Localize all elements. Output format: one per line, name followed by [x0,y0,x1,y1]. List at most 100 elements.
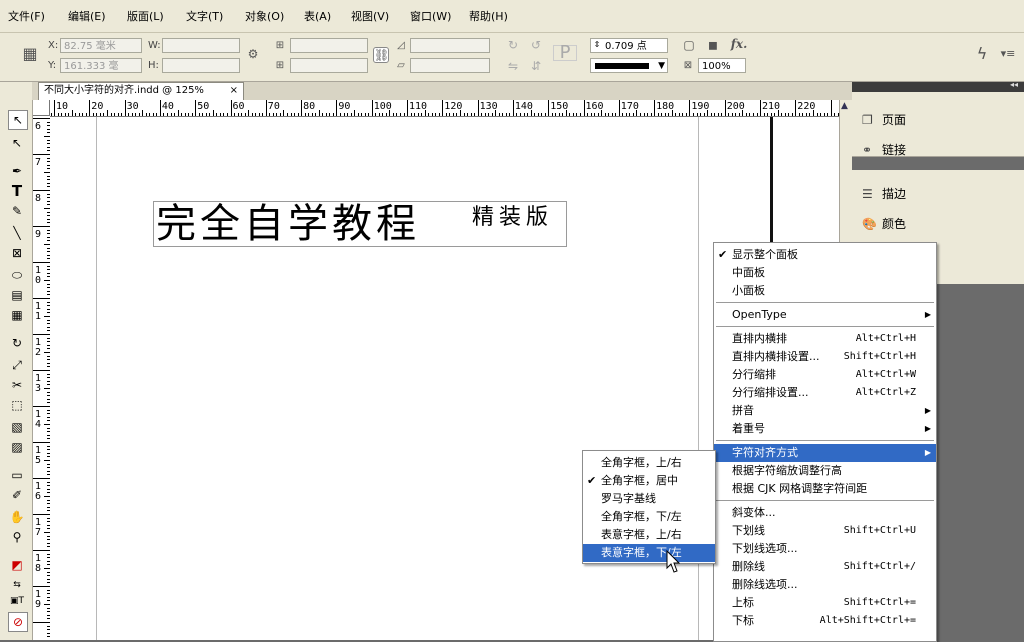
menu-item[interactable]: 表意字框，下/左 [583,544,715,562]
apply-none-icon[interactable]: ⊘ [8,612,28,632]
scale-y-field[interactable] [290,58,368,73]
ruler-label: 140 [514,101,533,112]
scissors-tool-icon[interactable]: ✂ [8,376,26,394]
rotate-tool-icon[interactable]: ↻ [8,334,26,352]
menu-window[interactable]: 窗口(W) [410,8,451,24]
line-tool-icon[interactable]: ╲ [8,224,26,242]
menu-item[interactable]: 全角字框，下/左 [583,508,715,526]
menu-item[interactable]: 着重号 ▶ [714,420,936,438]
note-tool-icon[interactable]: ▭ [8,466,26,484]
menu-item[interactable]: 下标 Alt+Shift+Ctrl+= [714,612,936,630]
panel-pages[interactable]: ❐ 页面 [862,111,906,128]
ruler-tick [290,113,292,116]
hand-tool-icon[interactable]: ✋ [8,508,26,526]
direct-selection-tool-icon[interactable]: ↖ [8,134,26,152]
h-field[interactable] [162,58,240,73]
close-tab-icon[interactable]: × [230,83,238,99]
effects-fx-icon[interactable]: fx. [729,37,749,51]
menu-item[interactable]: 中面板 [714,264,936,282]
menu-item[interactable]: ✔ 显示整个面板 [714,246,936,264]
link-proportions-icon[interactable]: ⛓ [373,47,389,63]
opacity-field[interactable]: 100% [698,58,746,73]
ruler-origin[interactable] [33,100,50,116]
stroke-type-select[interactable]: ▼ [590,58,668,73]
zoom-tool-icon[interactable]: ⚲ [8,528,26,546]
stepper-icon[interactable]: ⇕ [592,38,602,52]
menu-item[interactable]: 拼音 ▶ [714,402,936,420]
menu-item-label: 下划线 [732,524,765,537]
gradient-tool-icon[interactable]: ▧ [8,418,26,436]
free-transform-tool-icon[interactable]: ⬚ [8,396,26,414]
horizontal-ruler[interactable]: 10 20 30 40 50 60 70 80 90 100 110 120 130 140 150 160 1… [50,100,840,117]
menu-item[interactable]: OpenType ▶ [714,306,936,324]
scale-x-field[interactable] [290,38,368,53]
ruler-tick [491,113,493,116]
scale-tool-icon[interactable]: ⤢ [8,356,26,374]
menu-item[interactable]: 根据字符缩放调整行高 [714,462,936,480]
selection-tool-icon[interactable]: ↖ [8,110,28,130]
menu-type[interactable]: 文字(T) [186,8,223,24]
menu-item[interactable]: 全角字框，上/右 [583,454,715,472]
reference-point-icon[interactable]: ▦ [20,46,40,62]
menu-item[interactable]: 删除线 Shift+Ctrl+/ [714,558,936,576]
menu-item[interactable]: 直排内横排 Alt+Ctrl+H [714,330,936,348]
y-field[interactable]: 161.333 毫 [60,58,142,73]
menu-item[interactable]: 分行缩排设置... Alt+Ctrl+Z [714,384,936,402]
menu-item[interactable]: 直排内横排设置... Shift+Ctrl+H [714,348,936,366]
menu-edit[interactable]: 编辑(E) [68,8,106,24]
zoom-frame-icon[interactable]: ▢ [681,38,697,52]
w-field[interactable] [162,38,240,53]
fill-stroke-swatch-icon[interactable]: ◩ [8,556,26,574]
menu-item[interactable]: 罗马字基线 [583,490,715,508]
menu-item[interactable]: 下划线选项... [714,540,936,558]
menu-help[interactable]: 帮助(H) [469,8,508,24]
button-tool-icon[interactable]: ▤ [8,286,26,304]
vertical-ruler[interactable]: 678910111213141516171819 [33,116,51,640]
rotate-ccw-icon[interactable]: ↺ [528,38,544,52]
shear-field[interactable] [410,58,490,73]
pencil-tool-icon[interactable]: ✎ [8,202,26,220]
ruler-tick [106,110,108,116]
menu-item[interactable]: 表意字框，上/右 [583,526,715,544]
panel-dock-header[interactable]: ◂◂ [852,80,1024,92]
menu-object[interactable]: 对象(O) [245,8,284,24]
rotate-cw-icon[interactable]: ↻ [505,38,521,52]
flip-vertical-icon[interactable]: ⇵ [528,59,544,73]
menu-file[interactable]: 文件(F) [8,8,45,24]
menu-table[interactable]: 表(A) [304,8,331,24]
collapse-panels-icon[interactable]: ◂◂ [1010,80,1018,89]
formatting-container-icon[interactable]: ▣T [8,592,26,610]
menu-layout[interactable]: 版面(L) [127,8,164,24]
submenu-arrow-icon: ▶ [924,424,931,433]
document-tab[interactable]: 不同大小字符的对齐.indd @ 125% × [38,82,244,100]
rotate-field[interactable] [410,38,490,53]
pen-tool-icon[interactable]: ✒ [8,162,26,180]
menu-item[interactable]: 小面板 [714,282,936,300]
constrain-icon[interactable]: ⚙ [246,47,260,61]
lightning-icon[interactable]: ϟ [974,46,990,62]
menu-item[interactable]: 删除线选项... [714,576,936,594]
menu-item[interactable]: 上标 Shift+Ctrl+= [714,594,936,612]
menu-item[interactable]: 根据 CJK 网格调整字符间距 [714,480,936,498]
menu-item[interactable]: 分行缩排 Alt+Ctrl+W [714,366,936,384]
menu-item[interactable]: 斜变体... [714,504,936,522]
panel-menu-icon[interactable]: ▾≡ [998,47,1018,61]
type-tool-icon[interactable]: T [8,182,26,200]
x-field[interactable]: 82.75 毫米 [60,38,142,53]
eyedropper-tool-icon[interactable]: ✐ [8,486,26,504]
table-tool-icon[interactable]: ▦ [8,306,26,324]
rectangle-frame-tool-icon[interactable]: ⊠ [8,244,26,262]
ellipse-tool-icon[interactable]: ⬭ [8,266,26,284]
menu-view[interactable]: 视图(V) [351,8,389,24]
drop-shadow-icon[interactable]: ◼ [705,38,721,52]
panel-color[interactable]: 🎨 颜色 [862,215,906,232]
menu-item[interactable]: 下划线 Shift+Ctrl+U [714,522,936,540]
flip-horizontal-icon[interactable]: ⇋ [505,59,521,73]
scroll-up-icon[interactable]: ▲ [841,101,848,111]
panel-stroke[interactable]: ☰ 描边 [862,185,906,202]
menu-item[interactable]: 字符对齐方式 ▶ [714,444,936,462]
text-frame[interactable]: 完全自学教程 精装版 [153,201,567,247]
gradient-feather-tool-icon[interactable]: ▨ [8,438,26,456]
panel-links[interactable]: ⚭ 链接 [862,141,906,158]
menu-item[interactable]: ✔ 全角字框，居中 [583,472,715,490]
